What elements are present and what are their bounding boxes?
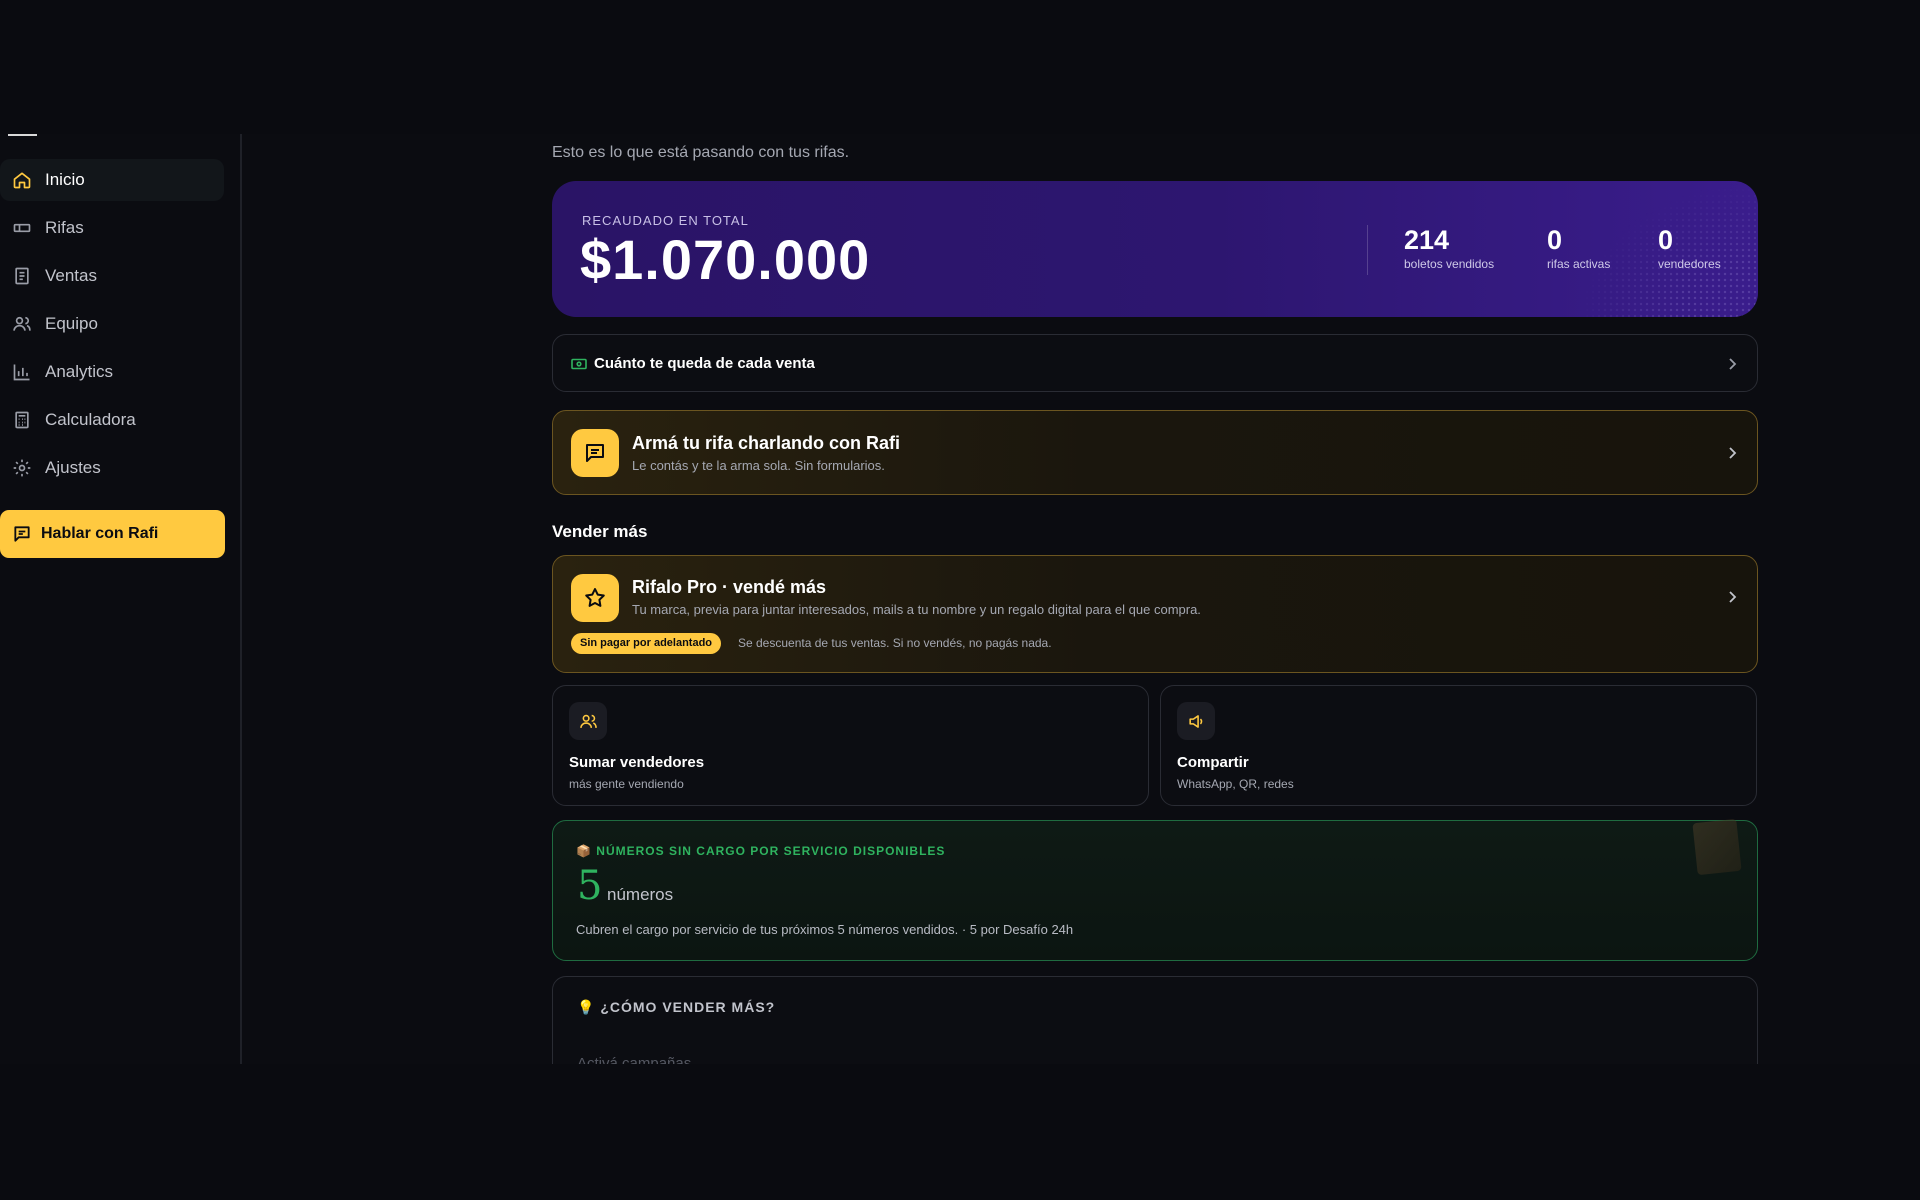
free-numbers-label: 📦 NÚMEROS SIN CARGO POR SERVICIO DISPONI… <box>576 844 946 858</box>
how-to-sell-more-card: 💡 ¿CÓMO VENDER MÁS? Activá campañas <box>552 976 1758 1064</box>
chat-icon <box>11 523 33 545</box>
share-card[interactable]: Compartir WhatsApp, QR, redes <box>1160 685 1757 806</box>
card-title: Armá tu rifa charlando con Rafi <box>632 433 901 453</box>
stat-tickets-sold: 214 boletos vendidos <box>1404 225 1494 271</box>
sidebar-item-label: Ventas <box>45 266 97 285</box>
earnings-per-sale-row[interactable]: Cuánto te queda de cada venta <box>552 334 1758 392</box>
cash-icon <box>571 357 587 370</box>
stat-active-raffles: 0 rifas activas <box>1547 225 1610 271</box>
free-numbers-card: 📦 NÚMEROS SIN CARGO POR SERVICIO DISPONI… <box>552 818 1758 961</box>
sidebar-item-analytics[interactable]: Analytics <box>0 351 224 393</box>
card-title: Sumar vendedores <box>569 754 705 771</box>
calculator-icon <box>11 409 33 431</box>
build-raffle-with-rafi-card[interactable]: Armá tu rifa charlando con Rafi Le contá… <box>552 410 1758 495</box>
card-title: Rifalo Pro · vendé más <box>632 577 827 597</box>
chevron-right-icon <box>1725 357 1739 371</box>
total-raised-label: RECAUDADO EN TOTAL <box>582 213 749 228</box>
stat-label: rifas activas <box>1547 257 1611 271</box>
hero-divider <box>1367 225 1368 275</box>
total-raised-value: $1.070.000 <box>580 228 871 291</box>
earnings-label: Cuánto te queda de cada venta <box>594 355 815 372</box>
sidebar-item-label: Rifas <box>45 218 84 237</box>
users-icon <box>11 313 33 335</box>
sidebar-item-label: Analytics <box>45 362 114 381</box>
stat-label: vendedores <box>1658 257 1721 271</box>
cta-label: Hablar con Rafi <box>41 525 159 542</box>
page-subtitle: Esto es lo que está pasando con tus rifa… <box>552 144 850 161</box>
sidebar-item-rifas[interactable]: Rifas <box>0 207 224 249</box>
section-title: Vender más <box>552 522 648 541</box>
chat-icon <box>571 429 619 477</box>
card-title: Compartir <box>1177 754 1249 771</box>
megaphone-icon <box>1177 702 1215 740</box>
sidebar-item-ajustes[interactable]: Ajustes <box>0 447 224 489</box>
chevron-right-icon <box>1725 446 1739 460</box>
card-subtitle: Le contás y te la arma sola. Sin formula… <box>632 458 885 473</box>
sidebar: Inicio Rifas Ventas Equipo Analytics Cal… <box>0 134 242 1064</box>
rifalo-pro-card[interactable]: Rifalo Pro · vendé más Tu marca, previa … <box>552 555 1758 673</box>
stat-label: boletos vendidos <box>1404 257 1495 271</box>
app-window: Inicio Rifas Ventas Equipo Analytics Cal… <box>0 134 1920 1064</box>
sidebar-item-label: Ajustes <box>45 458 101 477</box>
add-sellers-card[interactable]: Sumar vendedores más gente vendiendo <box>552 685 1149 806</box>
total-raised-card: RECAUDADO EN TOTAL $1.070.000 214 boleto… <box>552 181 1758 317</box>
stat-value: 0 <box>1547 225 1563 255</box>
sidebar-item-label: Inicio <box>45 170 85 189</box>
card-subtitle: más gente vendiendo <box>569 777 684 791</box>
pricing-note: Se descuenta de tus ventas. Si no vendés… <box>738 636 1052 650</box>
talk-to-rafi-button[interactable]: Hablar con Rafi <box>0 510 225 558</box>
sidebar-item-calculadora[interactable]: Calculadora <box>0 399 224 441</box>
stat-value: 0 <box>1658 225 1674 255</box>
card-subtitle: WhatsApp, QR, redes <box>1177 777 1294 791</box>
stat-sellers: 0 vendedores <box>1658 225 1721 271</box>
free-numbers-description: Cubren el cargo por servicio de tus próx… <box>576 922 1074 937</box>
bar-chart-icon <box>11 361 33 383</box>
gear-icon <box>11 457 33 479</box>
sidebar-item-label: Equipo <box>45 314 98 333</box>
free-numbers-count: 5 <box>577 863 603 909</box>
receipt-icon <box>11 265 33 287</box>
chevron-right-icon <box>1725 590 1739 604</box>
tips-title: 💡 ¿CÓMO VENDER MÁS? <box>577 999 776 1015</box>
sidebar-item-label: Calculadora <box>45 410 136 429</box>
no-upfront-badge: Sin pagar por adelantado <box>571 633 722 654</box>
stat-value: 214 <box>1404 225 1450 255</box>
tips-item[interactable]: Activá campañas <box>577 1055 691 1064</box>
free-numbers-unit: números <box>607 885 674 904</box>
sidebar-item-ventas[interactable]: Ventas <box>0 255 224 297</box>
users-icon <box>569 702 607 740</box>
ticket-icon <box>11 217 33 239</box>
sidebar-item-equipo[interactable]: Equipo <box>0 303 224 345</box>
box-decoration <box>1692 818 1742 876</box>
home-icon <box>11 169 33 191</box>
star-icon <box>571 574 619 622</box>
sidebar-item-inicio[interactable]: Inicio <box>0 159 224 201</box>
card-subtitle: Tu marca, previa para juntar interesados… <box>632 602 1201 617</box>
